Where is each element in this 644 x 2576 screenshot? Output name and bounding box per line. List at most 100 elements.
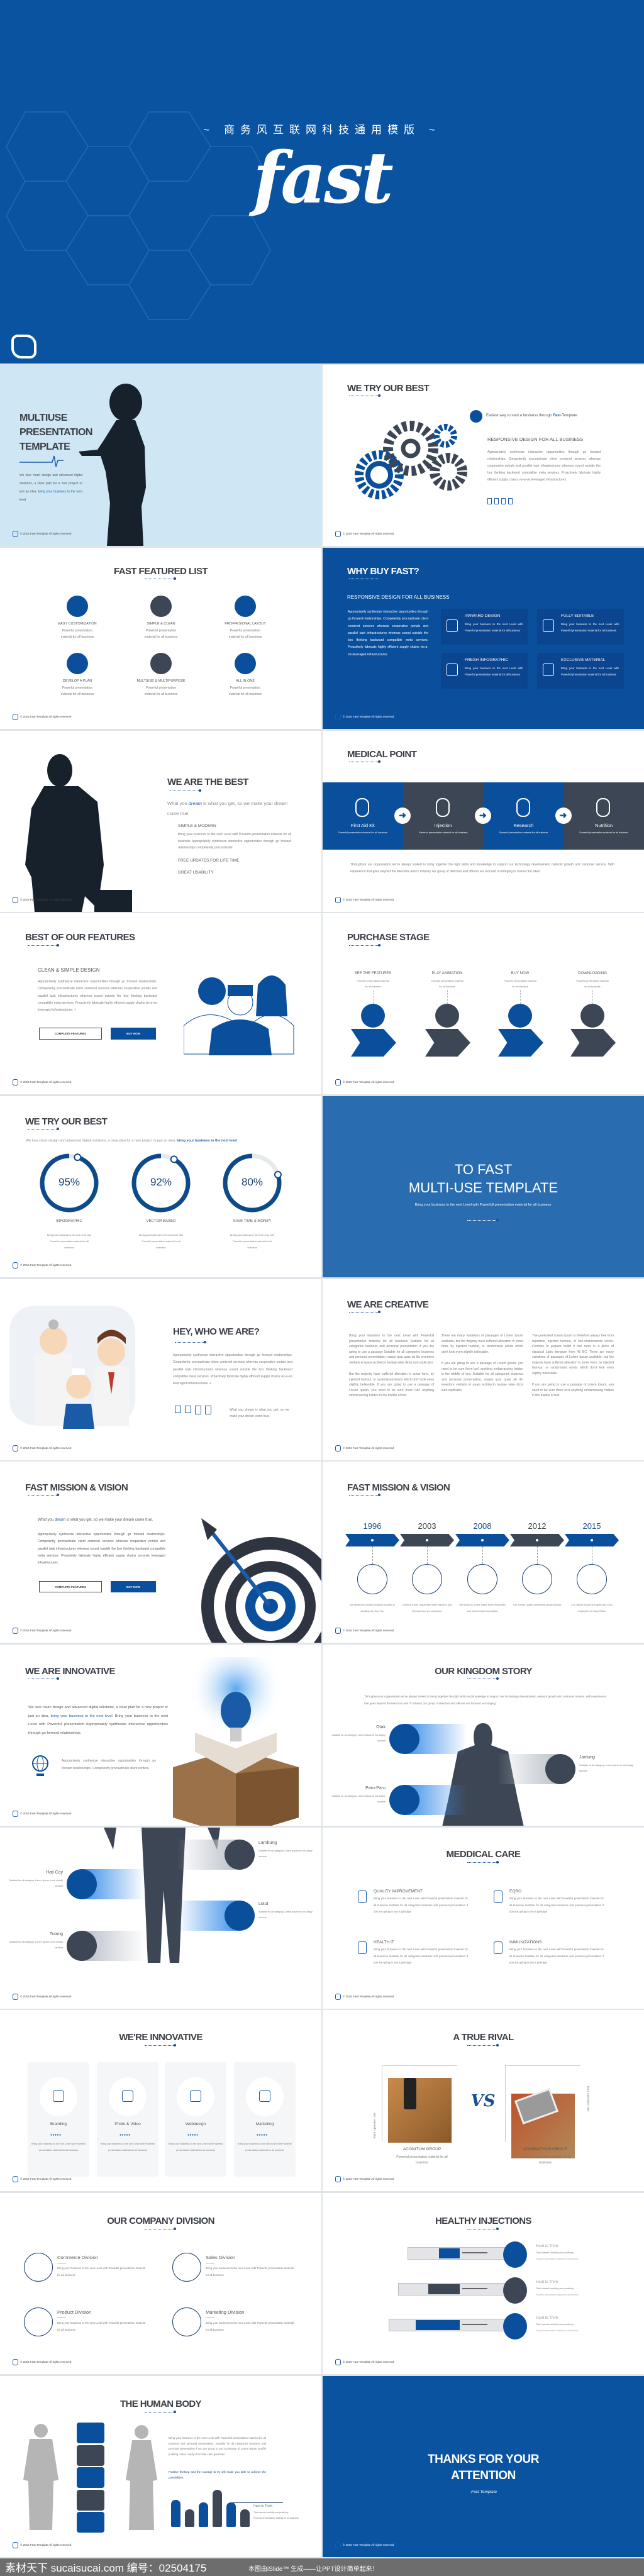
feature-label: SIMPLE & CLEAN [147,622,175,626]
footer-copyright: © 2016 Fast-Template All rights reserved [335,2176,394,2182]
organ-icon [389,1785,419,1815]
slide-title: FAST FEATURED LIST [114,566,208,577]
slide-we-are-innovative[interactable]: WE ARE INNOVATIVE We love clean design a… [0,1645,321,1826]
divider [145,2411,176,2414]
stomach-icon [77,2512,104,2533]
panel-label: Injection [434,823,452,828]
facebook-icon[interactable] [487,498,492,504]
slide-why-buy-fast[interactable]: WHY BUY FAST? RESPONSIVE DESIGN FOR ALL … [323,548,644,729]
service-card[interactable]: Webdesign ●●●●● Bring your business to the… [165,2062,226,2177]
slide-mission-timeline[interactable]: FAST MISSION & VISION 1996 We started as … [323,1462,644,1643]
feature-label: PROFFESIONAL LAYOUT [225,622,266,626]
rocket-icon [357,1564,387,1594]
complete-features-button[interactable]: COMPLETE FEATURES [39,1581,102,1592]
feature-great-usability: GREAT USABILITY [178,870,214,875]
organ-icon [225,1840,255,1870]
slide-best-of-our-features[interactable]: BEST OF OUR FEATURES CLEAN & SIMPLE DESI… [0,913,321,1094]
slide-we-are-creative[interactable]: WE ARE CREATIVE Bring your business to t… [323,1279,644,1460]
divider [467,1861,499,1864]
divider [467,1219,499,1222]
footer-copyright: © 2016 Fast-Template All rights reserved [13,1262,71,1269]
slide-were-innovative-cards[interactable]: WE'RE INNOVATIVE Branding ●●●●● Bring your… [0,2010,321,2191]
slide-purchase-stage[interactable]: PURCHASE STAGE SEE THE FEATURES Powerful … [323,913,644,1094]
ring-desc: Bring your business to the next Level wi… [138,1234,184,1249]
twitter-icon[interactable] [494,498,499,504]
bar-subtitle: That interest candidly and positively [253,2511,289,2514]
buy-now-button[interactable]: BUY NOW [111,1028,156,1040]
bar [226,2502,236,2527]
care-desc: Bring your business to the next Level wi… [374,1897,468,1913]
brain-icon [77,2423,104,2443]
divider [349,1494,380,1497]
slide-kingdom-story-continued[interactable]: Lambung Suitable for all category, Lorem … [0,1828,321,2009]
slide-our-company-division[interactable]: OUR COMPANY DIVISION Commerce Division Br… [0,2193,321,2374]
divider [349,760,380,763]
slide-we-try-our-best-gears[interactable]: WE TRY OUR BEST Easiest way to start a b… [323,365,644,546]
divider [349,1311,380,1314]
bar-callout-line [233,2502,283,2503]
organ-desc: Suitable for all category, Lorem Ipsum i… [258,1911,313,1919]
slide-medical-point[interactable]: MEDICAL POINT First Aid Kit Powerful pres… [323,731,644,912]
slide-hey-who-we-are[interactable]: HEY, WHO WE ARE? Appropriately synthesiz… [0,1279,321,1460]
rocket-icon [361,1004,385,1028]
footer-copyright: © 2016 Fast-Template All rights reserved [13,2542,71,2548]
service-card[interactable]: Marketing ●●●●● Bring your business to the… [234,2062,296,2177]
pulse-icon [503,2277,527,2304]
devices-icon [412,1564,442,1594]
arrow-right-icon: ➜ [555,808,572,824]
body-text: We love clean design and advanced digita… [28,1706,168,1735]
card-label: Photo & Video [114,2122,141,2126]
injection-sub: That interest candidly and positively [536,2251,574,2254]
organ-icon [389,1724,419,1754]
google-icon[interactable] [508,498,513,504]
slide-a-true-rival[interactable]: A TRUE RIVAL VS Team Operation One Team … [323,2010,644,2191]
connector-line [372,1546,373,1564]
feature-label: DEVELOP A PLAN [62,679,92,683]
monitor-icon [185,1406,191,1413]
divider [349,394,380,397]
step-label: SEE THE FEATURES [354,972,392,975]
slide-thanks[interactable]: THANKS FOR YOUR ATTENTION -Fast Template … [323,2376,644,2557]
feature-label: ALL IN ONE [235,679,255,683]
slide-medical-care[interactable]: MEDDICAL CARE QUALITY IMPROVEMENT Bring y… [323,1828,644,2009]
dartboard-illustration [201,1518,321,1643]
connector-line [482,1546,483,1564]
cover-banner: ~ 商务风互联网科技通用模版 ~ fast [0,0,644,364]
feature-icon [543,619,554,632]
bar [213,2490,222,2527]
server-icon [195,1406,201,1414]
service-card[interactable]: Photo & Video ●●●●● Bring your business to… [97,2062,158,2177]
organ-label: Hati Coy [46,1870,63,1875]
organ-label: Paru-Paru [365,1786,386,1790]
step-arrow [498,1029,543,1057]
buy-now-button[interactable]: BUY NOW [111,1581,156,1592]
slide-to-fast-section[interactable]: TO FAST MULTI-USE TEMPLATE Bring your bus… [323,1096,644,1277]
feature-desc: Powerful presentation material for all b… [60,686,94,696]
versus-label: VS [470,2092,496,2111]
footer-copyright: © 2016 Fast-Template All rights reserved [335,2359,394,2365]
complete-features-button[interactable]: COMPLETE FEATURES [39,1028,102,1040]
slide-healthy-injections[interactable]: HEALTHY INJECTIONS Hard to Think That int… [323,2193,644,2374]
arrow-right-icon: ➜ [394,808,411,824]
certificate-icon [522,1564,552,1594]
slide-the-human-body[interactable]: THE HUMAN BODY Bring your business to th… [0,2376,321,2557]
service-card[interactable]: Branding ●●●●● Bring your business to the … [28,2062,89,2177]
syringe-liquid [416,2320,460,2330]
slide-we-are-the-best[interactable]: WE ARE THE BEST What you dream is what y… [0,731,321,912]
syringe-liquid [428,2284,460,2294]
bar [185,2509,194,2527]
linkedin-icon[interactable] [501,498,506,504]
slide-fast-featured-list[interactable]: FAST FEATURED LIST EASY CUSTOMIZATION Pow… [0,548,321,729]
timeline-desc: 212 Offices Around the globe and 4210 em… [571,1604,613,1613]
slide-our-kingdom-story[interactable]: OUR KINGDOM STORY Throughout our organis… [323,1645,644,1826]
slide-progress-rings[interactable]: WE TRY OUR BEST We love clean design and… [0,1096,321,1277]
slide-multiuse-template[interactable]: MULTIUSE PRESENTATION TEMPLATE We love cle… [0,365,321,546]
slide-mission-vision-target[interactable]: FAST MISSION & VISION What you dream is … [0,1462,321,1643]
division-desc: Bring your business to the next Level wi… [57,2267,145,2277]
section-heading: RESPONSIVE DESIGN FOR ALL BUSINESS [487,436,584,442]
slide-title: WE TRY OUR BEST [347,383,430,394]
slide-title: OUR KINGDOM STORY [435,1666,532,1677]
lead-text: What you dream is what you get, so we ma… [38,1518,153,1522]
syringe-needle [462,2324,487,2325]
timeline-dot [481,1539,484,1541]
